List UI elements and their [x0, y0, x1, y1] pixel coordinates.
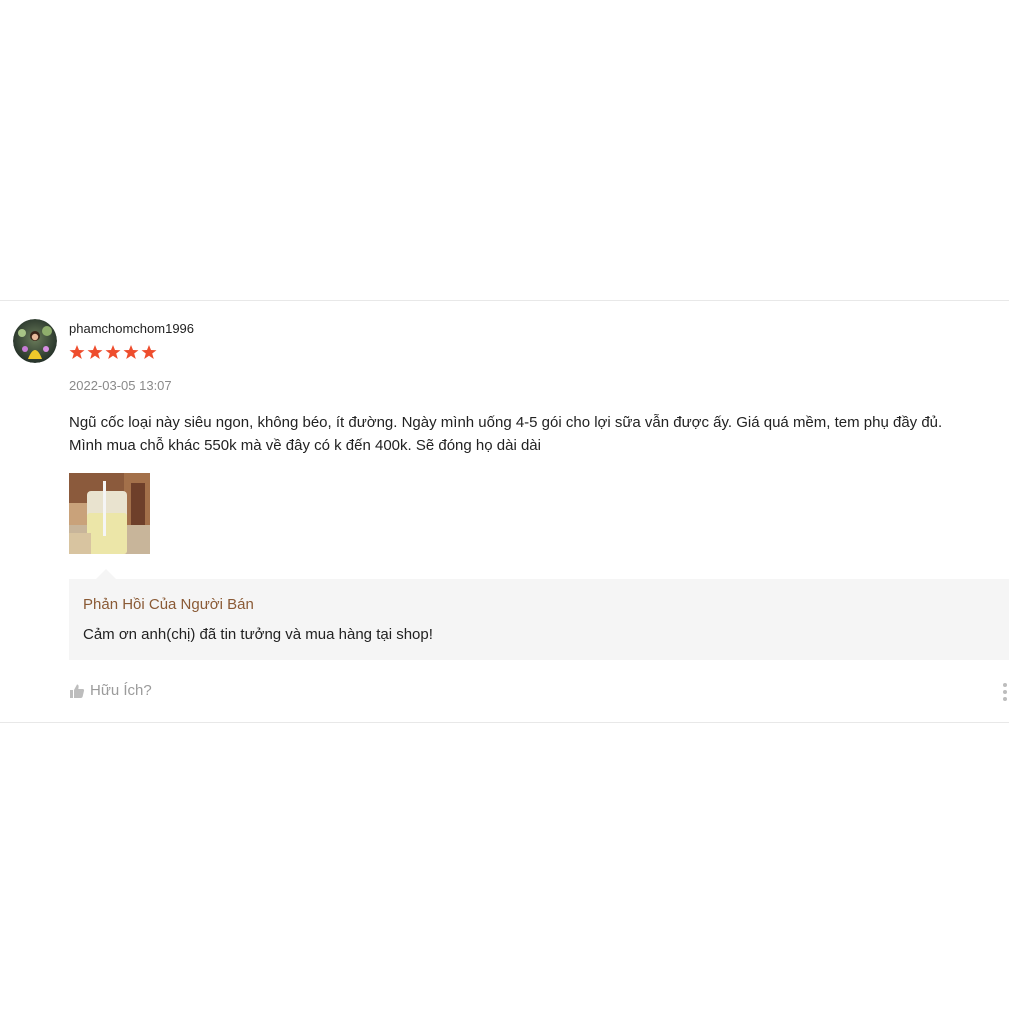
avatar[interactable]	[13, 319, 57, 363]
review-photo-thumbnail[interactable]	[69, 473, 150, 554]
review-text-line: Mình mua chỗ khác 550k mà về đây có k đế…	[69, 437, 541, 454]
more-vertical-icon[interactable]	[1001, 683, 1009, 701]
star-icon	[105, 345, 121, 359]
seller-reply-text: Cảm ơn anh(chị) đã tin tưởng và mua hàng…	[83, 626, 433, 643]
star-icon	[69, 345, 85, 359]
helpful-button[interactable]: Hữu Ích?	[69, 682, 152, 699]
review-photo-image	[69, 473, 150, 554]
seller-reply-title: Phản Hồi Của Người Bán	[83, 596, 254, 613]
more-dot	[1003, 697, 1007, 701]
seller-reply: Phản Hồi Của Người Bán Cảm ơn anh(chị) đ…	[69, 579, 1009, 660]
avatar-image	[13, 319, 57, 363]
star-icon	[87, 345, 103, 359]
review-timestamp: 2022-03-05 13:07	[69, 378, 172, 393]
thumbs-up-icon	[70, 684, 85, 698]
reply-pointer	[96, 569, 116, 579]
star-icon	[123, 345, 139, 359]
review-bottom-divider	[0, 722, 1009, 723]
more-dot	[1003, 683, 1007, 687]
reviewer-username[interactable]: phamchomchom1996	[69, 321, 194, 336]
review-text: Ngũ cốc loại này siêu ngon, không béo, í…	[69, 411, 1004, 457]
star-rating	[69, 344, 157, 360]
review-text-line: Ngũ cốc loại này siêu ngon, không béo, í…	[69, 414, 943, 431]
review-top-divider	[0, 300, 1009, 301]
more-dot	[1003, 690, 1007, 694]
star-icon	[141, 345, 157, 359]
helpful-label: Hữu Ích?	[90, 682, 152, 699]
